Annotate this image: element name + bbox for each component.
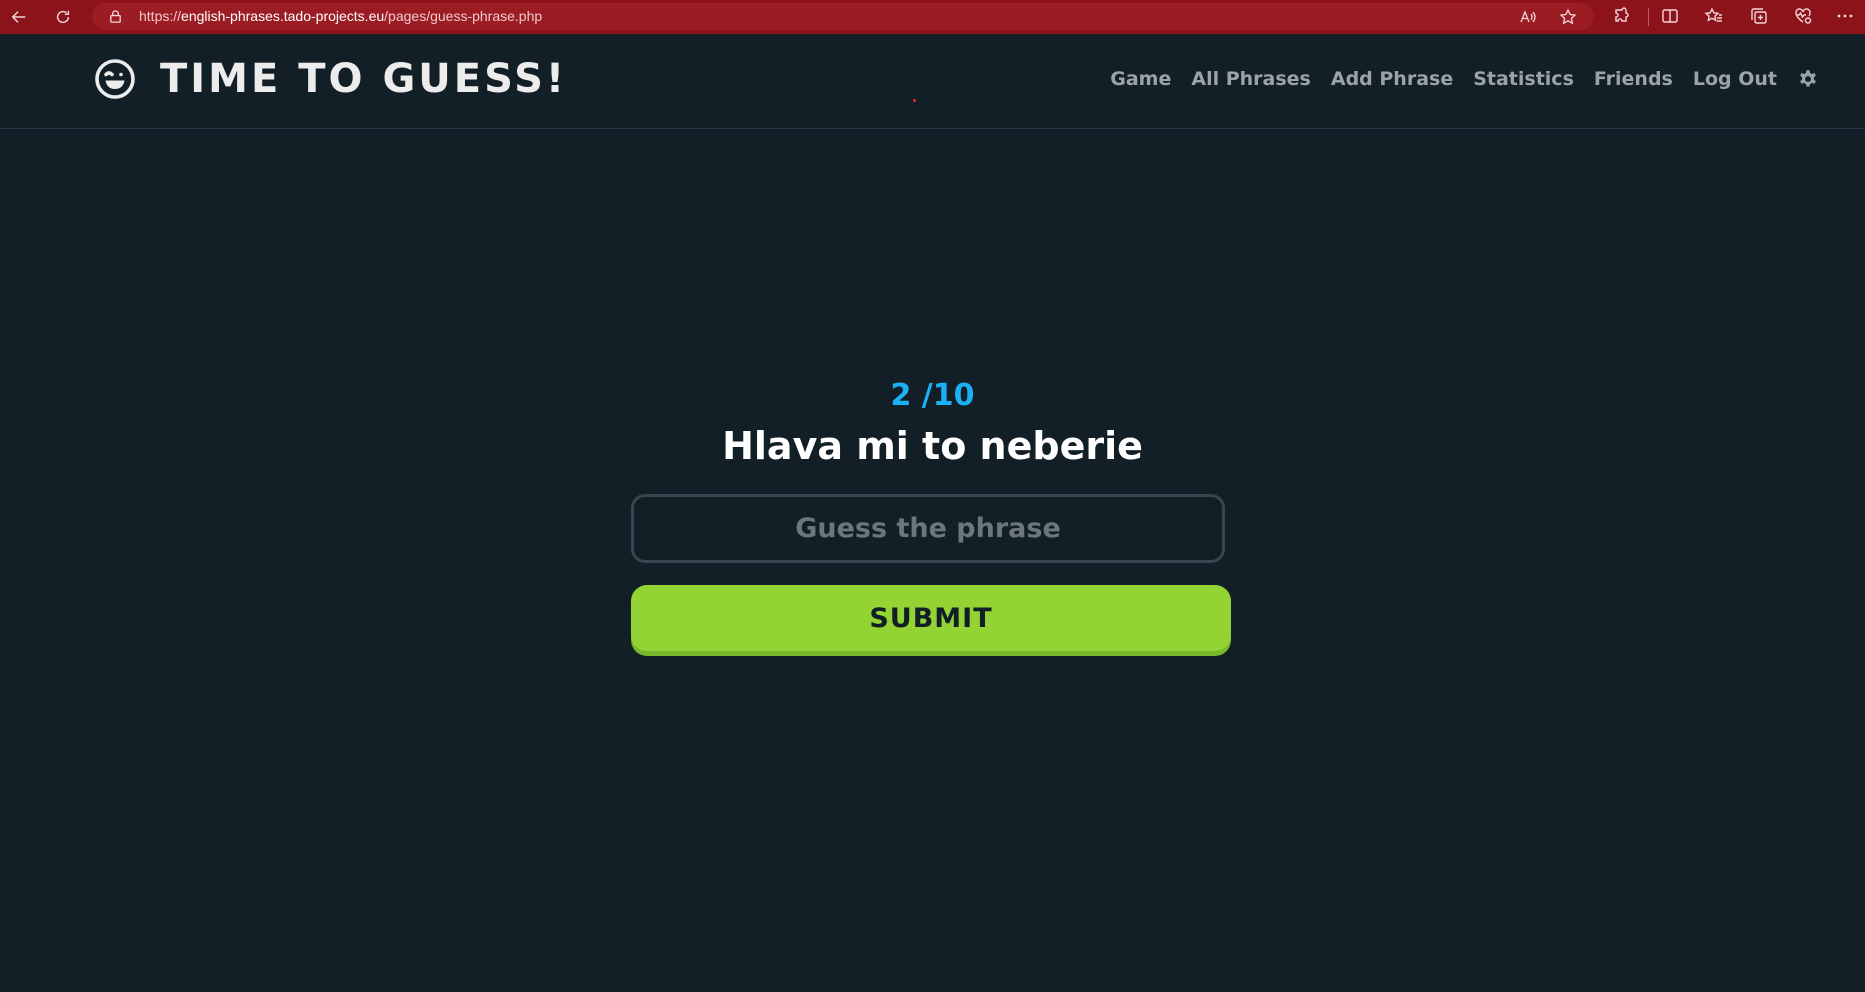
url-host: english-phrases.tado-projects.eu: [181, 8, 385, 24]
logo[interactable]: TIME TO GUESS!: [94, 58, 567, 100]
toolbar-divider: [1648, 8, 1649, 26]
favorites-icon[interactable]: [1704, 6, 1724, 26]
url-path: /pages/guess-phrase.php: [384, 8, 543, 24]
star-icon[interactable]: [1559, 8, 1577, 26]
url-text[interactable]: https://english-phrases.tado-projects.eu…: [139, 8, 542, 24]
browser-toolbar: https://english-phrases.tado-projects.eu…: [0, 0, 1865, 34]
browser-essentials-icon[interactable]: [1793, 6, 1813, 26]
read-aloud-icon[interactable]: [1519, 8, 1537, 26]
main-nav: Game All Phrases Add Phrase Statistics F…: [1110, 68, 1819, 90]
nav-friends[interactable]: Friends: [1594, 68, 1673, 90]
nav-statistics[interactable]: Statistics: [1473, 68, 1574, 90]
reload-icon[interactable]: [52, 6, 74, 28]
extensions-icon[interactable]: [1612, 6, 1632, 26]
phrase-to-guess: Hlava mi to neberie: [722, 424, 1143, 468]
nav-game[interactable]: Game: [1110, 68, 1171, 90]
url-prefix: https://: [139, 8, 182, 24]
address-bar[interactable]: https://english-phrases.tado-projects.eu…: [92, 3, 1594, 30]
logo-text: TIME TO GUESS!: [160, 56, 568, 102]
gear-icon[interactable]: [1797, 68, 1819, 90]
lock-icon[interactable]: [108, 9, 123, 24]
collections-icon[interactable]: [1749, 6, 1769, 26]
nav-all-phrases[interactable]: All Phrases: [1191, 68, 1311, 90]
red-dot: [913, 99, 916, 102]
nav-add-phrase[interactable]: Add Phrase: [1331, 68, 1453, 90]
back-arrow-icon[interactable]: [8, 6, 30, 28]
guess-input[interactable]: [631, 494, 1225, 563]
split-screen-icon[interactable]: [1660, 6, 1680, 26]
winking-face-icon: [94, 58, 136, 100]
submit-button[interactable]: SUBMIT: [631, 585, 1231, 651]
site-header: TIME TO GUESS! Game All Phrases Add Phra…: [0, 34, 1865, 129]
progress-counter: 2 /10: [890, 378, 975, 413]
more-options-icon[interactable]: [1835, 6, 1855, 26]
nav-log-out[interactable]: Log Out: [1693, 68, 1777, 90]
